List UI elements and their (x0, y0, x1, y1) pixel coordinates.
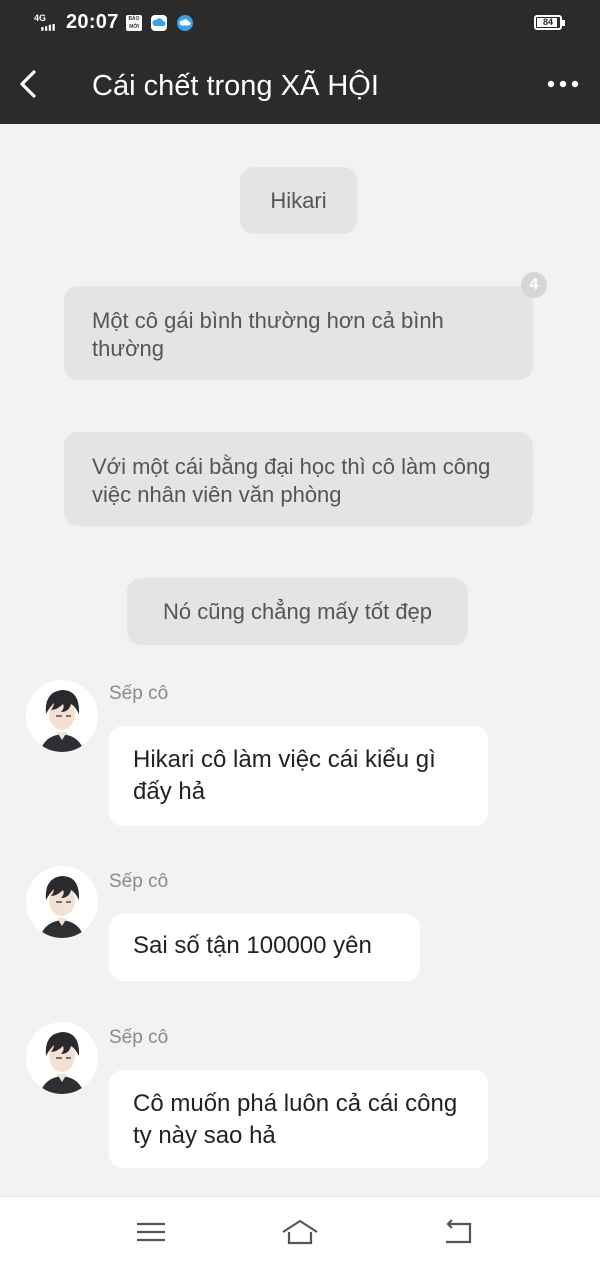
narration-text: Nó cũng chẳng mấy tốt đẹp (162, 599, 433, 624)
battery-indicator: 84 (534, 15, 565, 30)
more-horizontal-icon (547, 80, 579, 88)
message-bubble: Hikari cô làm việc cái kiểu gì đấy hả (109, 726, 488, 826)
cloud-sync-icon (177, 15, 193, 31)
character-avatar-icon (40, 690, 84, 752)
chevron-left-icon (20, 70, 36, 98)
back-button[interactable] (14, 66, 44, 102)
signal-icon: 4G (34, 13, 55, 31)
narration-bubble: Nó cũng chẳng mấy tốt đẹp (127, 578, 468, 645)
menu-icon (137, 1222, 165, 1242)
narration-bubble: Hikari (240, 167, 357, 234)
comment-count-badge[interactable]: 4 (521, 272, 547, 298)
message-text: Sai số tận 100000 yên (133, 932, 372, 959)
sender-name: Sếp cô (109, 683, 169, 704)
home-button[interactable] (280, 1215, 320, 1249)
page-title: Cái chết trong XÃ HỘI (92, 70, 379, 102)
status-bar: 4G 20:07 BÁO MỚI 84 (0, 0, 600, 48)
narration-bubble: Với một cái bằng đại học thì cô làm công… (64, 432, 533, 526)
news-app-label: BÁO MỚI (128, 16, 140, 30)
sender-name: Sếp cô (109, 871, 169, 892)
back-icon (446, 1219, 472, 1244)
character-avatar-icon (40, 1032, 84, 1094)
news-app-icon: BÁO MỚI (126, 15, 142, 31)
message-text: Hikari cô làm việc cái kiểu gì đấy hả (133, 746, 436, 805)
message-bubble: Sai số tận 100000 yên (109, 914, 420, 981)
message-text: Cô muốn phá luôn cả cái công ty này sao … (133, 1090, 458, 1149)
menu-button[interactable] (131, 1215, 171, 1249)
avatar[interactable] (26, 866, 98, 938)
narration-text: Một cô gái bình thường hơn cả bình thườn… (92, 308, 444, 361)
message-bubble: Cô muốn phá luôn cả cái công ty này sao … (109, 1070, 488, 1168)
system-nav-bar (0, 1196, 600, 1268)
status-time: 20:07 (66, 11, 119, 33)
home-icon (282, 1219, 318, 1245)
system-back-button[interactable] (438, 1215, 478, 1249)
narration-bubble: Một cô gái bình thường hơn cả bình thườn… (64, 286, 533, 380)
narration-text: Với một cái bằng đại học thì cô làm công… (92, 454, 491, 507)
narration-text: Hikari (270, 188, 327, 213)
character-avatar-icon (40, 876, 84, 938)
cloud-upload-icon (151, 15, 167, 31)
title-bar: Cái chết trong XÃ HỘI (0, 48, 600, 124)
avatar[interactable] (26, 680, 98, 752)
battery-level: 84 (542, 17, 553, 27)
network-type: 4G (34, 13, 47, 23)
avatar[interactable] (26, 1022, 98, 1094)
more-options-button[interactable] (546, 74, 580, 94)
sender-name: Sếp cô (109, 1027, 169, 1048)
